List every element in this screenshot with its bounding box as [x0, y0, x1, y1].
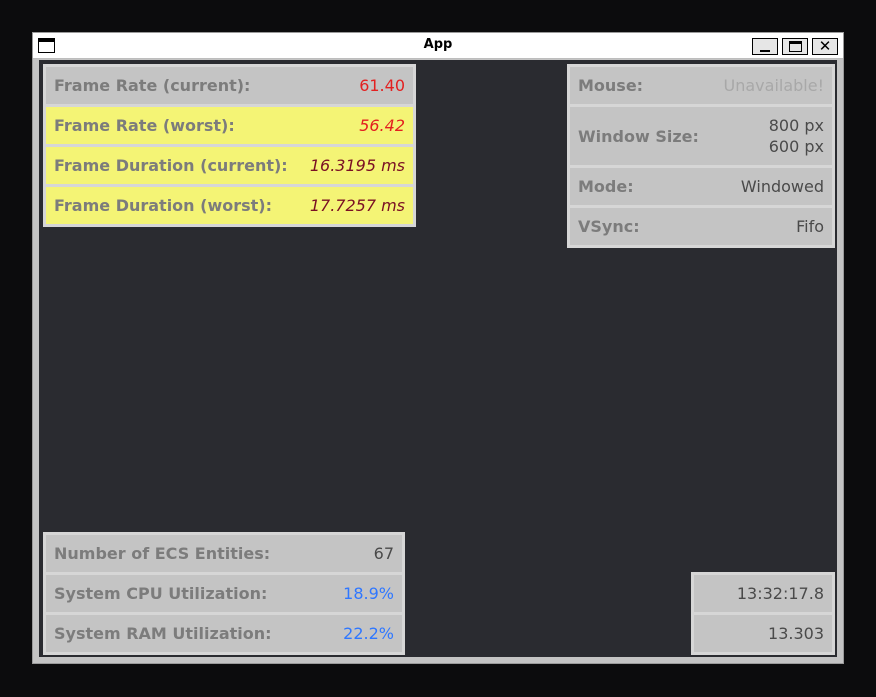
elapsed-value: 13.303	[768, 624, 824, 643]
ram-utilization-row: System RAM Utilization: 22.2%	[46, 615, 402, 652]
mouse-value: Unavailable!	[723, 76, 824, 95]
frame-duration-current-label: Frame Duration (current):	[54, 156, 288, 175]
clock-value: 13:32:17.8	[736, 584, 824, 603]
title-bar[interactable]: App ✕	[33, 33, 843, 59]
frame-rate-current-value: 61.40	[359, 76, 405, 95]
ecs-entities-value: 67	[373, 544, 394, 563]
close-icon: ✕	[818, 37, 832, 55]
mode-label: Mode:	[578, 177, 634, 196]
ram-utilization-value: 22.2%	[343, 624, 394, 643]
window-width-value: 800 px	[768, 116, 824, 135]
window-size-label: Window Size:	[578, 126, 699, 146]
frame-duration-worst-label: Frame Duration (worst):	[54, 196, 272, 215]
frame-duration-worst-row: Frame Duration (worst): 17.7257 ms	[46, 187, 413, 224]
frame-stats-panel: Frame Rate (current): 61.40 Frame Rate (…	[43, 64, 416, 227]
frame-rate-worst-value: 56.42	[359, 116, 405, 135]
maximize-icon	[788, 41, 802, 52]
vsync-row: VSync: Fifo	[570, 208, 832, 245]
mouse-label: Mouse:	[578, 76, 644, 95]
frame-duration-current-row: Frame Duration (current): 16.3195 ms	[46, 147, 413, 184]
frame-rate-current-row: Frame Rate (current): 61.40	[46, 67, 413, 104]
ecs-entities-label: Number of ECS Entities:	[54, 544, 271, 563]
window-title: App	[423, 37, 453, 52]
close-button[interactable]: ✕	[812, 38, 838, 55]
window-info-panel: Mouse: Unavailable! Window Size: 800 px …	[567, 64, 835, 248]
app-window: App ✕ Frame Rate (current): 61.40 Frame …	[32, 32, 844, 664]
mode-value: Windowed	[740, 177, 824, 196]
vsync-value: Fifo	[796, 217, 824, 236]
frame-duration-current-value: 16.3195 ms	[309, 156, 405, 175]
ram-utilization-label: System RAM Utilization:	[54, 624, 272, 643]
window-size-value: 800 px 600 px	[769, 115, 824, 157]
mouse-row: Mouse: Unavailable!	[570, 67, 832, 104]
vsync-label: VSync:	[578, 217, 640, 236]
clock-row: 13:32:17.8	[694, 575, 832, 612]
window-size-row: Window Size: 800 px 600 px	[570, 107, 832, 165]
frame-rate-worst-label: Frame Rate (worst):	[54, 116, 235, 135]
render-canvas: Frame Rate (current): 61.40 Frame Rate (…	[39, 60, 837, 657]
time-panel: 13:32:17.8 13.303	[691, 572, 835, 655]
cpu-utilization-value: 18.9%	[343, 584, 394, 603]
cpu-utilization-label: System CPU Utilization:	[54, 584, 268, 603]
mode-row: Mode: Windowed	[570, 168, 832, 205]
cpu-utilization-row: System CPU Utilization: 18.9%	[46, 575, 402, 612]
window-height-value: 600 px	[768, 137, 824, 156]
minimize-icon	[760, 49, 770, 52]
frame-duration-worst-value: 17.7257 ms	[309, 196, 405, 215]
system-stats-panel: Number of ECS Entities: 67 System CPU Ut…	[43, 532, 405, 655]
frame-rate-current-label: Frame Rate (current):	[54, 76, 251, 95]
maximize-button[interactable]	[782, 38, 808, 55]
frame-rate-worst-row: Frame Rate (worst): 56.42	[46, 107, 413, 144]
elapsed-row: 13.303	[694, 615, 832, 652]
ecs-entities-row: Number of ECS Entities: 67	[46, 535, 402, 572]
minimize-button[interactable]	[752, 38, 778, 55]
